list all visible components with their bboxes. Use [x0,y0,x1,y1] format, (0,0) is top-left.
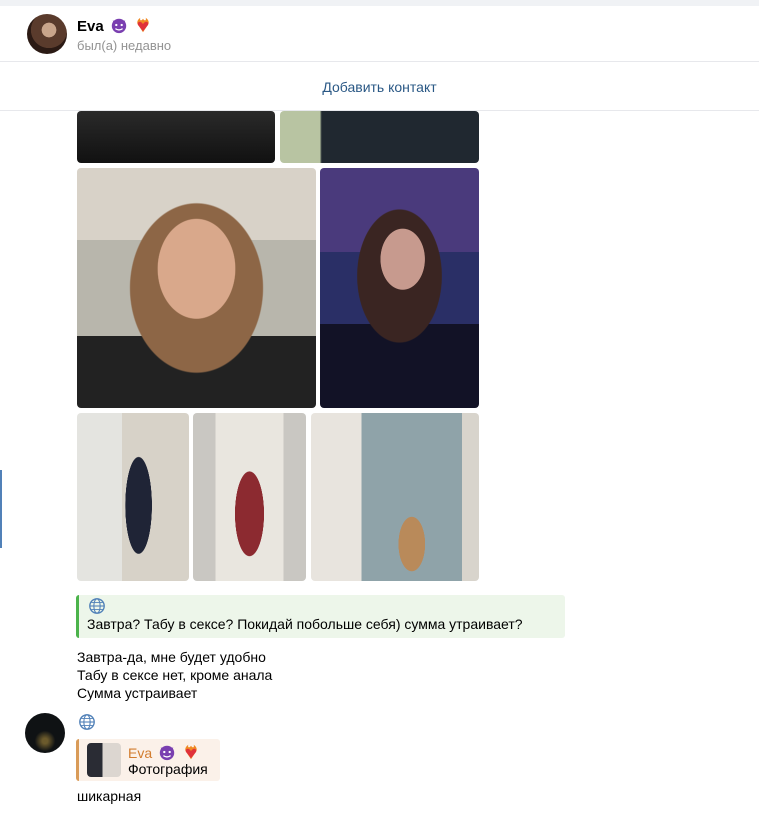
heart-on-fire-emoji [137,17,149,33]
photo-1[interactable] [77,111,275,163]
quoted-message[interactable]: Завтра? Табу в сексе? Покидай побольше с… [76,595,565,638]
contact-name[interactable]: Eva [77,16,152,35]
add-contact-button[interactable]: Добавить контакт [0,79,759,95]
photo-5[interactable] [77,413,189,581]
smiling-devil-emoji [111,18,127,34]
sender-avatar[interactable] [25,713,65,753]
message-line: Сумма устраивает [77,685,198,701]
globe-icon[interactable] [78,713,96,731]
quote-text: Завтра? Табу в сексе? Покидай побольше с… [87,616,523,632]
message-line: Завтра-да, мне будет удобно [77,649,266,665]
smiling-devil-emoji [159,745,175,761]
globe-icon[interactable] [88,597,106,615]
contact-status: был(а) недавно [77,38,172,53]
message-text: Завтра-да, мне будет удобно Табу в сексе… [77,648,272,702]
reply-thumbnail [87,743,121,777]
reply-text: Фотография [128,761,208,777]
heart-on-fire-emoji [185,744,197,760]
message-text: шикарная [77,788,142,804]
contact-name-text: Eva [77,18,104,35]
add-contact-bar: Добавить контакт [0,62,759,111]
photo-6[interactable] [193,413,306,581]
scroll-indicator[interactable] [0,470,2,548]
chat-header: Eva был(а) недавно [0,6,759,62]
reply-preview[interactable]: Eva Фотография [76,739,220,781]
photo-4[interactable] [320,168,479,408]
photo-2[interactable] [280,111,479,163]
photo-3[interactable] [77,168,316,408]
reply-author: Eva [128,743,200,761]
photo-7[interactable] [311,413,479,581]
message-line: Табу в сексе нет, кроме анала [77,667,273,683]
reply-author-name: Eva [128,745,153,761]
contact-avatar[interactable] [27,14,67,54]
